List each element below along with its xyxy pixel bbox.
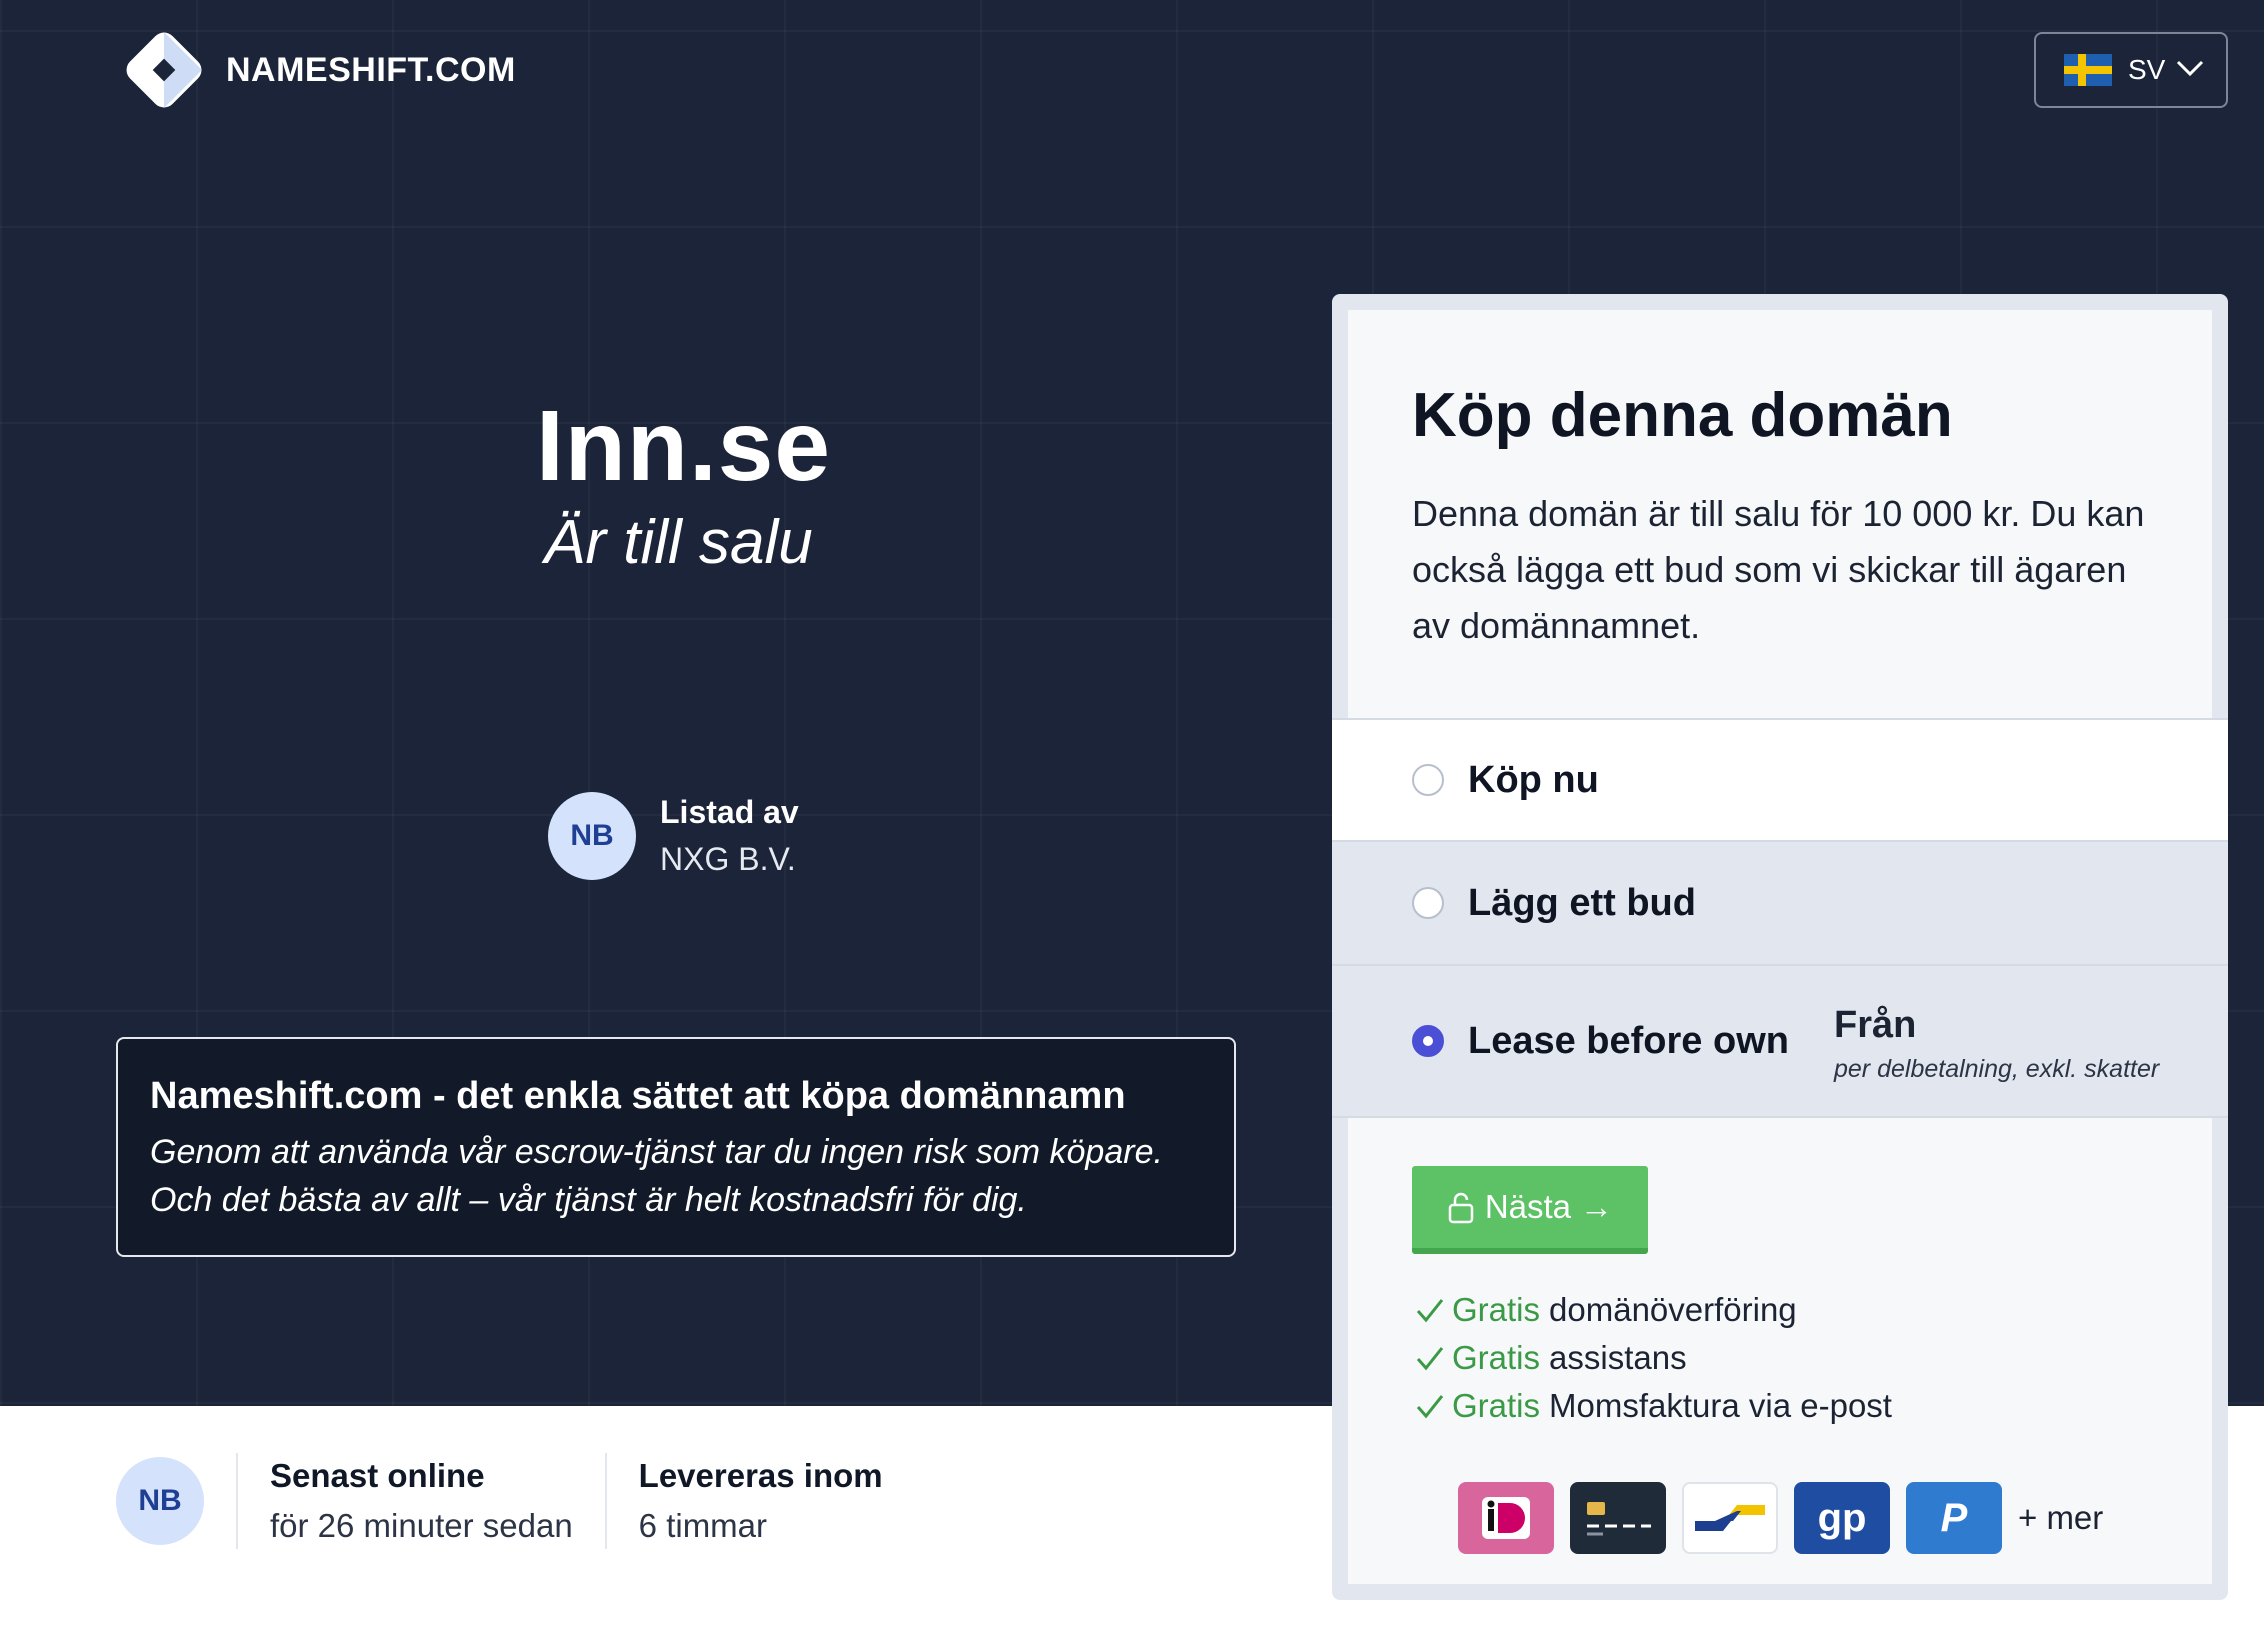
last-online-stat: Senast online för 26 minuter sedan [270,1457,573,1545]
last-online-label: Senast online [270,1457,485,1494]
option-label: Lägg ett bud [1468,881,1696,924]
checkmark-icon [1416,1299,1444,1323]
feature-highlight: Gratis [1452,1291,1541,1328]
seller-avatar-small: NB [116,1457,204,1545]
checkmark-icon [1416,1395,1444,1419]
feature-list: Gratis domänöverföring Gratis assistans … [1414,1286,1892,1430]
delivery-stat: Levereras inom 6 timmar [639,1457,883,1545]
domain-name: Inn.se [536,390,831,502]
more-payments-label: + mer [2018,1499,2104,1536]
credit-card-icon [1570,1482,1666,1554]
listed-by-label: Listad av [660,794,799,830]
seller-avatar: NB [548,792,636,880]
listed-by-value: NXG B.V. [660,841,796,877]
option-buy-now[interactable]: Köp nu [1332,718,2228,840]
gp-icon: gp [1794,1482,1890,1554]
seller-stats: NB Senast online för 26 minuter sedan Le… [116,1453,883,1549]
feature-text: Momsfaktura via e-post [1549,1387,1892,1424]
option-label: Lease before own [1468,1019,1789,1062]
swedish-flag-icon [2064,54,2112,86]
info-description: Genom att använda vår escrow-tjänst tar … [150,1133,1163,1219]
feature-text: assistans [1549,1339,1687,1376]
feature-item: Gratis domänöverföring [1414,1286,1892,1334]
next-button[interactable]: Nästa → [1412,1166,1648,1254]
for-sale-subtitle: Är till salu [544,508,813,577]
info-title: Nameshift.com - det enkla sättet att köp… [150,1075,1126,1117]
lease-radio[interactable] [1412,1025,1444,1057]
feature-text: domänöverföring [1549,1291,1797,1328]
last-online-value: för 26 minuter sedan [270,1507,573,1544]
payment-methods: gp P + mer [1458,1482,2103,1554]
paypal-icon: P [1906,1482,2002,1554]
purchase-card-description: Denna domän är till salu för 10 000 kr. … [1412,493,2145,646]
bancontact-icon [1682,1482,1778,1554]
option-lease-before-own[interactable]: Lease before own Från per delbetalning, … [1332,964,2228,1118]
option-label: Köp nu [1468,758,1599,801]
nameshift-logo[interactable]: NAMESHIFT.COM [116,22,516,118]
ideal-icon [1458,1482,1554,1554]
delivery-value: 6 timmar [638,1507,768,1544]
checkmark-icon [1416,1347,1444,1371]
logo-text: NAMESHIFT.COM [226,50,516,89]
feature-highlight: Gratis [1452,1339,1541,1376]
chevron-down-icon [2176,60,2204,77]
next-button-label: Nästa → [1484,1188,1614,1225]
purchase-card-title: Köp denna domän [1412,381,1953,450]
feature-item: Gratis assistans [1414,1334,1892,1382]
feature-item: Gratis Momsfaktura via e-post [1414,1382,1892,1430]
language-code: SV [2128,54,2166,85]
divider [604,1453,607,1549]
logo-diamond-icon [116,22,212,118]
feature-highlight: Gratis [1452,1387,1541,1424]
lease-price-info: Från per delbetalning, exkl. skatter [1834,1004,2159,1084]
language-selector[interactable]: SV [2034,32,2228,108]
lock-icon [1448,1192,1474,1224]
divider [236,1453,238,1549]
listed-by: NB Listad av NXG B.V. [548,792,799,880]
option-make-offer[interactable]: Lägg ett bud [1332,840,2228,964]
from-note: per delbetalning, exkl. skatter [1834,1055,2160,1083]
escrow-info-box: Nameshift.com - det enkla sättet att köp… [116,1037,1236,1257]
from-label: Från [1834,1004,1917,1046]
buy-now-radio[interactable] [1412,764,1444,796]
delivery-label: Levereras inom [638,1457,883,1494]
make-offer-radio[interactable] [1412,887,1444,919]
